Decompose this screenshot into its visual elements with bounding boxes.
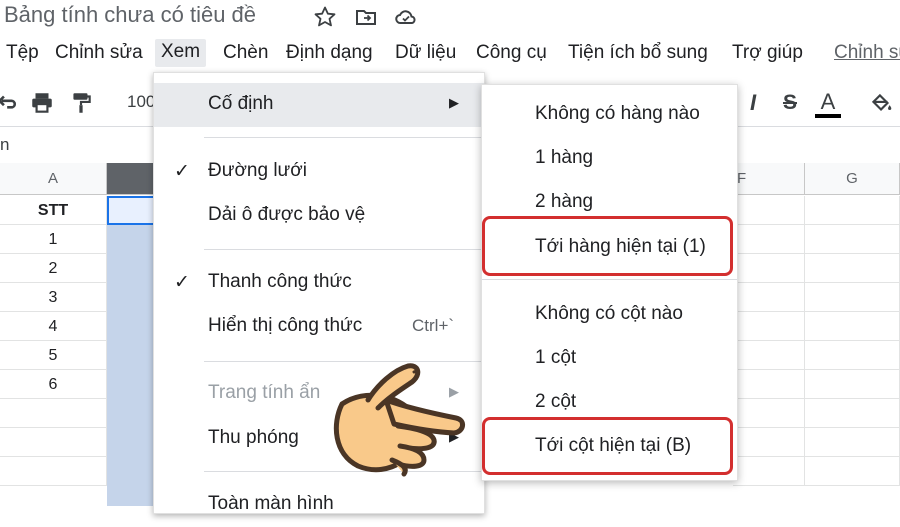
cell-f9[interactable] bbox=[733, 428, 805, 457]
cell-f3[interactable] bbox=[733, 254, 805, 283]
view-menu-show-formulas[interactable]: Hiển thị công thức Ctrl+` bbox=[154, 305, 484, 349]
hidden-sheets-label: Trang tính ẩn bbox=[208, 382, 321, 403]
print-icon[interactable] bbox=[29, 90, 55, 116]
view-menu-protected-ranges[interactable]: Dải ô được bảo vệ bbox=[154, 194, 484, 238]
freeze-two-rows-label: 2 hàng bbox=[535, 191, 594, 212]
name-box[interactable]: n bbox=[0, 135, 9, 155]
view-menu-gridlines[interactable]: ✓ Đường lưới bbox=[154, 150, 484, 194]
cell-a4[interactable]: 3 bbox=[0, 283, 107, 312]
full-screen-label: Toàn màn hình bbox=[208, 493, 334, 514]
menu-separator bbox=[204, 137, 484, 138]
checkmark-icon: ✓ bbox=[174, 161, 190, 182]
menu-separator bbox=[482, 279, 737, 280]
zoom-label: Thu phóng bbox=[208, 427, 299, 448]
menu-insert[interactable]: Chèn bbox=[223, 42, 268, 64]
view-menu-full-screen[interactable]: Toàn màn hình bbox=[154, 483, 484, 527]
freeze-no-columns[interactable]: Không có cột nào bbox=[482, 291, 737, 335]
menu-data[interactable]: Dữ liệu bbox=[395, 42, 456, 64]
cell-g2[interactable] bbox=[805, 225, 900, 254]
cell-g1[interactable] bbox=[805, 196, 900, 225]
last-edit-link[interactable]: Chỉnh sửa bbox=[834, 42, 900, 64]
cell-g10[interactable] bbox=[805, 457, 900, 486]
title-bar: Bảng tính chưa có tiêu đề bbox=[0, 0, 900, 34]
cell-a1[interactable]: STT bbox=[0, 196, 107, 225]
freeze-no-rows-label: Không có hàng nào bbox=[535, 103, 700, 124]
cell-f10[interactable] bbox=[733, 457, 805, 486]
view-menu-freeze[interactable]: Cố định ▶ bbox=[154, 83, 484, 127]
show-formulas-label: Hiển thị công thức bbox=[208, 315, 363, 336]
callout-up-to-col bbox=[482, 417, 733, 475]
cell-f4[interactable] bbox=[733, 283, 805, 312]
freeze-one-col[interactable]: 1 cột bbox=[482, 335, 737, 379]
show-formulas-shortcut: Ctrl+` bbox=[412, 316, 455, 335]
freeze-two-cols-label: 2 cột bbox=[535, 391, 577, 412]
text-color-icon[interactable]: A bbox=[815, 90, 841, 118]
strikethrough-icon[interactable]: S bbox=[777, 90, 803, 116]
view-menu-formula-bar[interactable]: ✓ Thanh công thức bbox=[154, 261, 484, 305]
formula-bar-label: Thanh công thức bbox=[208, 271, 352, 292]
zoom-select[interactable]: 100 bbox=[127, 92, 155, 112]
column-header-g[interactable]: G bbox=[805, 163, 900, 195]
cloud-status-icon[interactable] bbox=[394, 5, 418, 29]
undo-icon[interactable] bbox=[0, 90, 18, 116]
cell-a9[interactable] bbox=[0, 428, 107, 457]
freeze-one-col-label: 1 cột bbox=[535, 347, 577, 368]
pointing-hand-icon bbox=[333, 363, 465, 477]
callout-up-to-row bbox=[482, 216, 733, 276]
menu-addons[interactable]: Tiện ích bổ sung bbox=[568, 42, 708, 64]
freeze-label: Cố định bbox=[208, 93, 274, 114]
menu-separator bbox=[204, 249, 484, 250]
cell-g5[interactable] bbox=[805, 312, 900, 341]
menu-view[interactable]: Xem bbox=[155, 39, 207, 67]
menu-bar: Tệp Chỉnh sửa Xem Chèn Định dạng Dữ liệu… bbox=[0, 38, 900, 70]
italic-icon[interactable]: I bbox=[740, 90, 766, 116]
star-icon[interactable] bbox=[313, 5, 337, 29]
cell-g7[interactable] bbox=[805, 370, 900, 399]
column-header-a[interactable]: A bbox=[0, 163, 107, 195]
cell-f1[interactable] bbox=[733, 196, 805, 225]
cell-f6[interactable] bbox=[733, 341, 805, 370]
freeze-no-rows[interactable]: Không có hàng nào bbox=[482, 91, 737, 135]
document-title[interactable]: Bảng tính chưa có tiêu đề bbox=[4, 2, 256, 28]
cell-a2[interactable]: 1 bbox=[0, 225, 107, 254]
freeze-one-row[interactable]: 1 hàng bbox=[482, 135, 737, 179]
cell-g9[interactable] bbox=[805, 428, 900, 457]
cell-f2[interactable] bbox=[733, 225, 805, 254]
cell-a7[interactable]: 6 bbox=[0, 370, 107, 399]
cell-a3[interactable]: 2 bbox=[0, 254, 107, 283]
cell-f5[interactable] bbox=[733, 312, 805, 341]
submenu-arrow-icon: ▶ bbox=[449, 95, 459, 110]
cell-a10[interactable] bbox=[0, 457, 107, 486]
cell-a6[interactable]: 5 bbox=[0, 341, 107, 370]
menu-format[interactable]: Định dạng bbox=[286, 42, 373, 64]
cell-g8[interactable] bbox=[805, 399, 900, 428]
menu-file[interactable]: Tệp bbox=[6, 42, 39, 64]
cell-f7[interactable] bbox=[733, 370, 805, 399]
menu-edit[interactable]: Chỉnh sửa bbox=[55, 42, 143, 64]
move-to-folder-icon[interactable] bbox=[354, 5, 378, 29]
cell-a5[interactable]: 4 bbox=[0, 312, 107, 341]
cell-g6[interactable] bbox=[805, 341, 900, 370]
checkmark-icon: ✓ bbox=[174, 272, 190, 293]
freeze-one-row-label: 1 hàng bbox=[535, 147, 594, 168]
paint-format-icon[interactable] bbox=[68, 90, 94, 116]
cell-g3[interactable] bbox=[805, 254, 900, 283]
cell-a8[interactable] bbox=[0, 399, 107, 428]
gridlines-label: Đường lưới bbox=[208, 160, 307, 181]
menu-tools[interactable]: Công cụ bbox=[476, 42, 547, 64]
freeze-no-columns-label: Không có cột nào bbox=[535, 303, 683, 324]
menu-help[interactable]: Trợ giúp bbox=[732, 42, 803, 64]
column-header-f[interactable]: F bbox=[733, 163, 805, 195]
cell-f8[interactable] bbox=[733, 399, 805, 428]
fill-color-icon[interactable] bbox=[868, 90, 894, 116]
protected-ranges-label: Dải ô được bảo vệ bbox=[208, 204, 366, 225]
cell-g4[interactable] bbox=[805, 283, 900, 312]
